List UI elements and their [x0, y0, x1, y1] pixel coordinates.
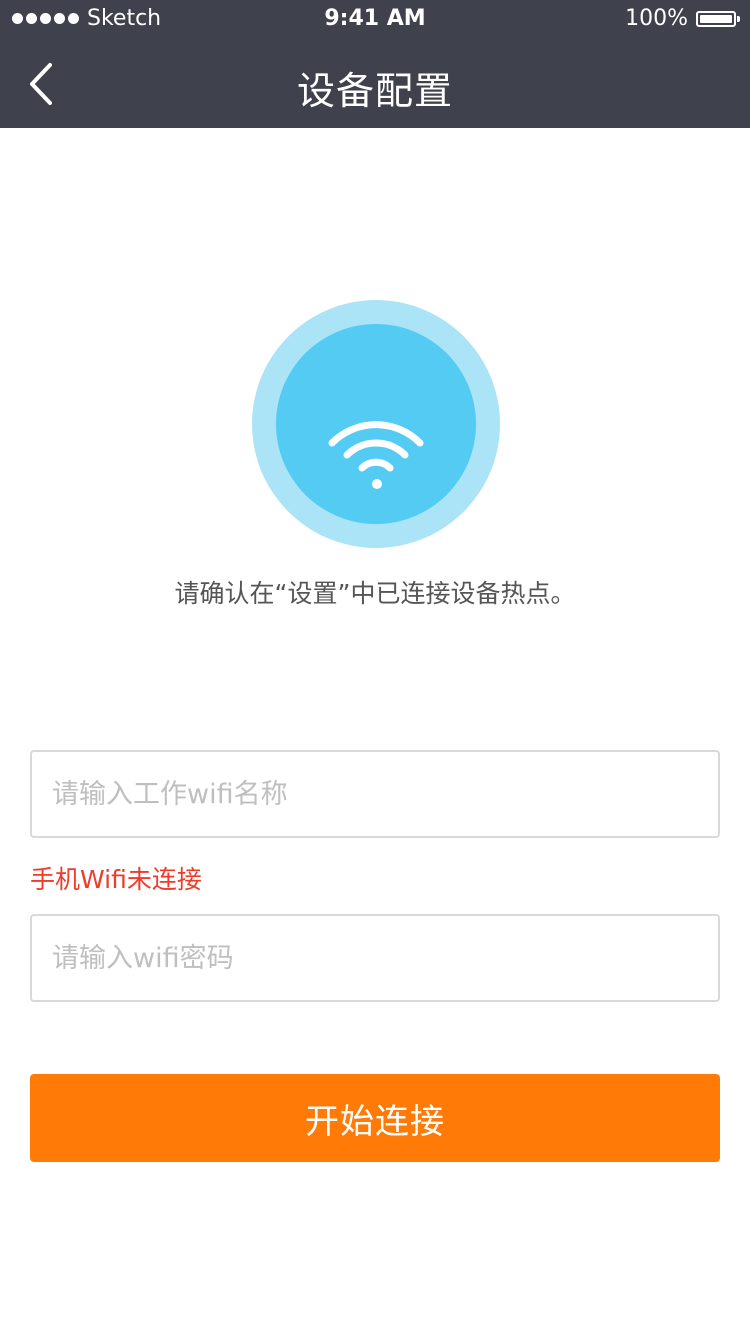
ssid-field-box: [30, 750, 720, 838]
wifi-status-inner: [276, 324, 476, 524]
status-right: 100%: [625, 6, 740, 31]
start-connect-button[interactable]: 开始连接: [30, 1074, 720, 1162]
password-field-box: [30, 914, 720, 1002]
wifi-icon: [328, 421, 424, 489]
hotspot-hint: 请确认在“设置”中已连接设备热点。: [174, 579, 576, 608]
wifi-status-circle: [252, 300, 500, 548]
battery-percent: 100%: [625, 6, 688, 31]
password-input[interactable]: [32, 916, 718, 1000]
status-bar: Sketch 9:41 AM 100%: [0, 0, 750, 40]
nav-bar: 设备配置: [0, 40, 750, 128]
battery-icon: [696, 10, 740, 27]
wifi-error-message: 手机Wifi未连接: [30, 865, 202, 894]
page-title: 设备配置: [296, 69, 453, 113]
ssid-input[interactable]: [32, 752, 718, 836]
